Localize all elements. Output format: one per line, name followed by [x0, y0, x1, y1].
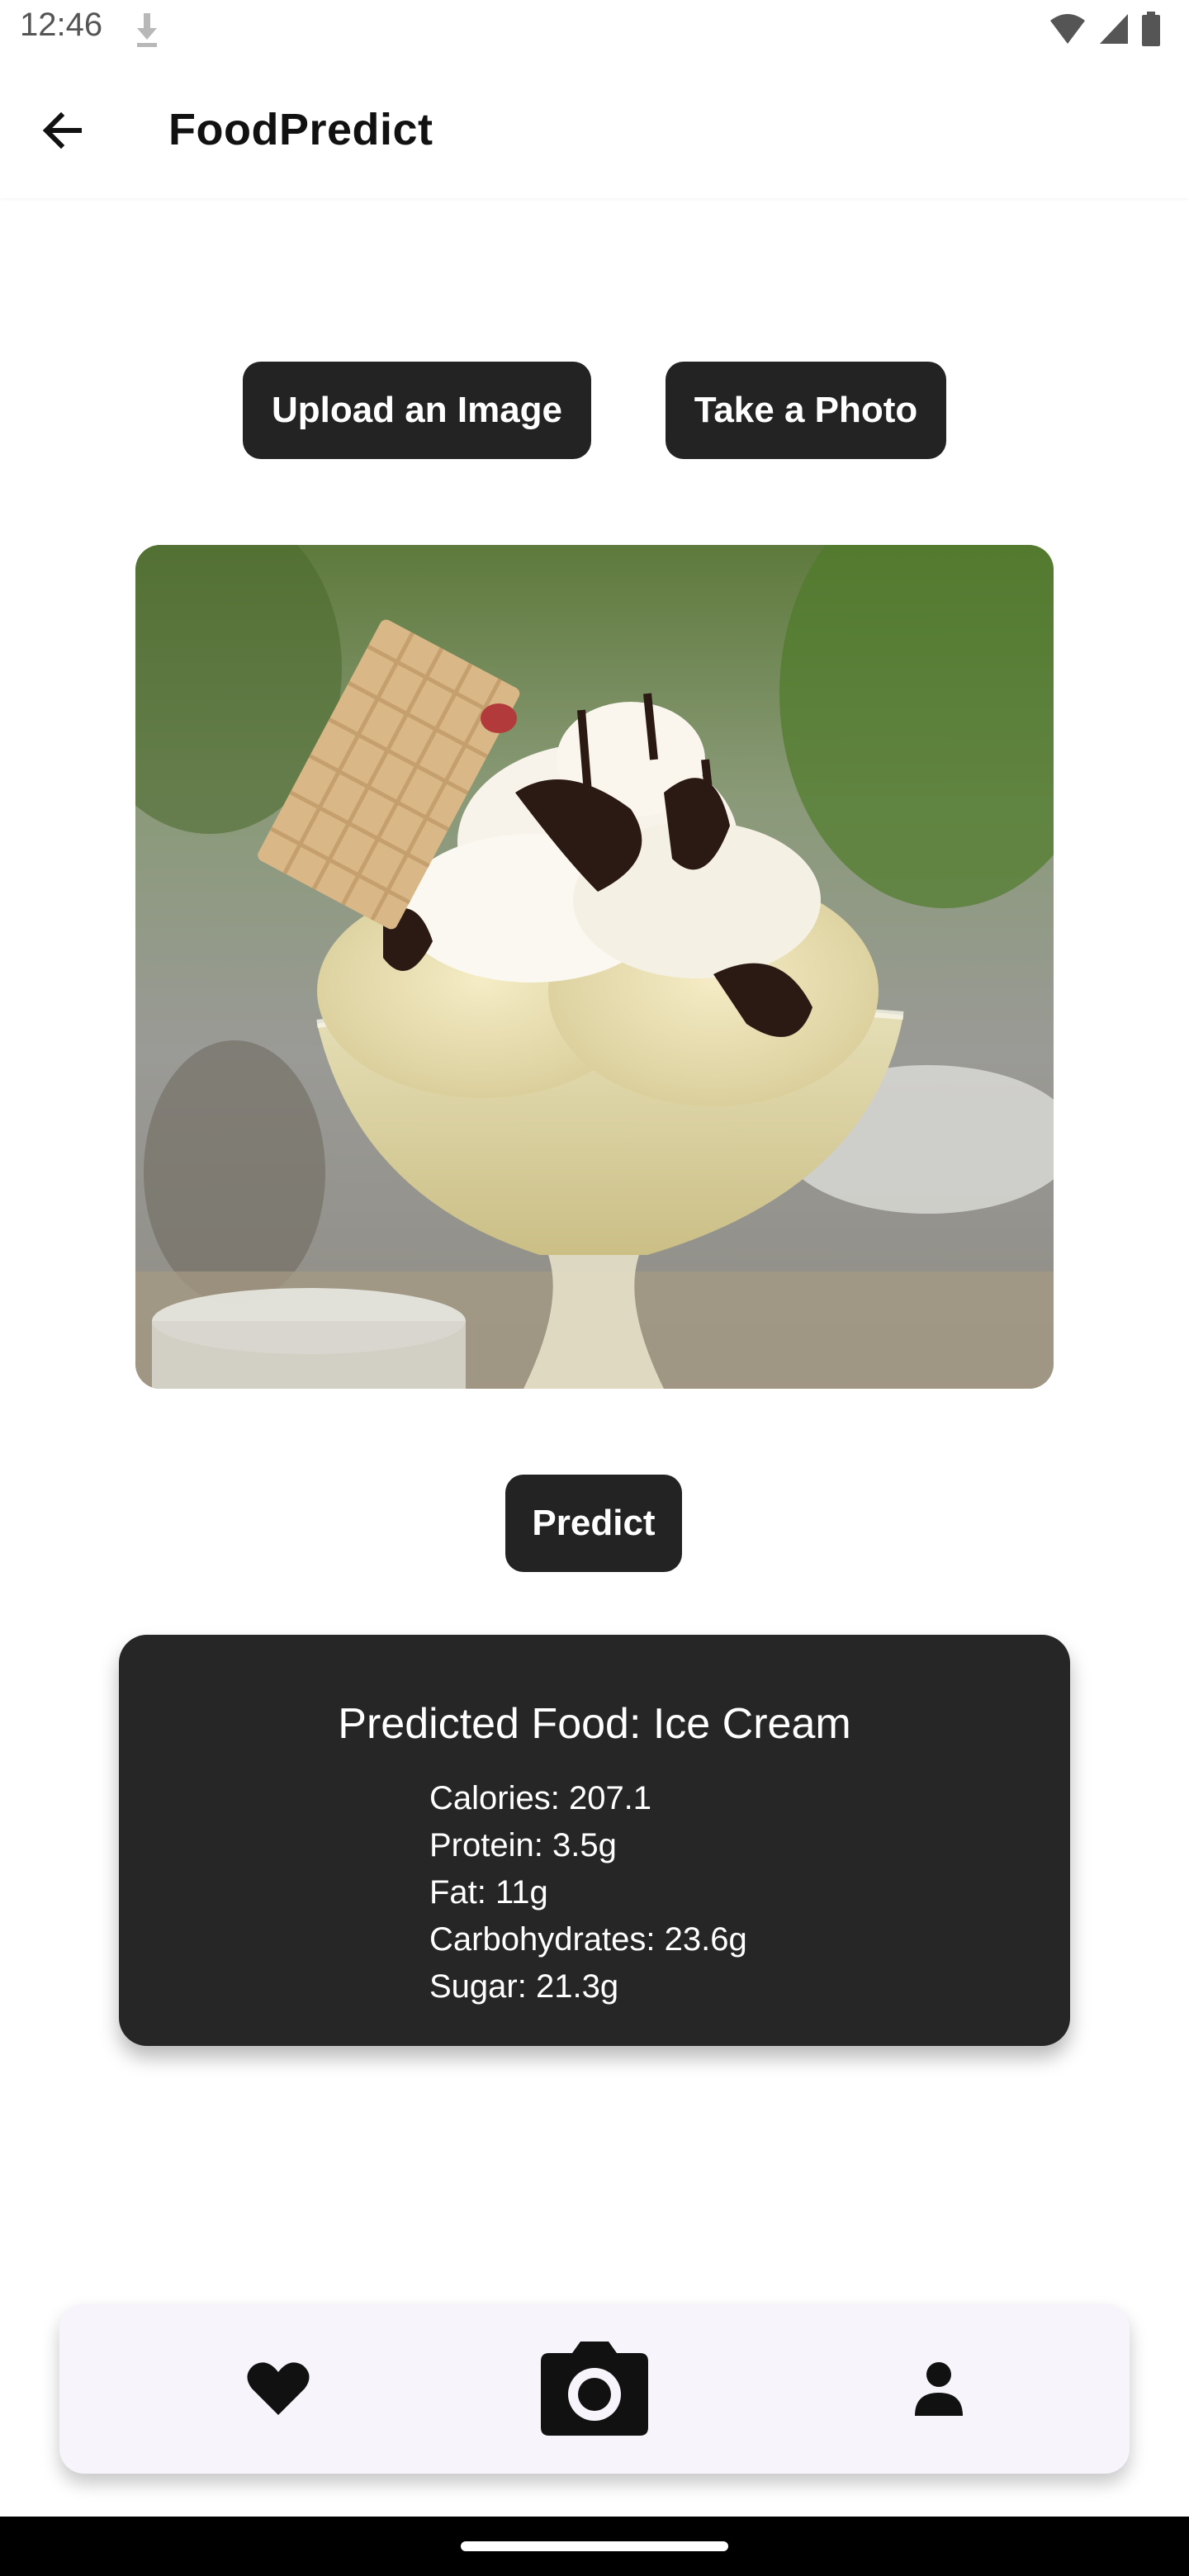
nutrition-carbohydrates: Carbohydrates: 23.6g	[429, 1921, 747, 1958]
nutrition-calories: Calories: 207.1	[429, 1780, 652, 1816]
status-icons	[1049, 12, 1161, 46]
nutrition-protein: Protein: 3.5g	[429, 1827, 617, 1863]
arrow-left-icon	[42, 111, 82, 149]
person-icon	[915, 2362, 963, 2416]
nav-profile[interactable]	[877, 2335, 1001, 2442]
camera-icon	[541, 2342, 648, 2436]
upload-image-button[interactable]: Upload an Image	[243, 362, 591, 459]
nutrition-list: Calories: 207.1 Protein: 3.5g Fat: 11g C…	[429, 1775, 747, 2010]
take-photo-button[interactable]: Take a Photo	[666, 362, 946, 459]
food-image	[135, 545, 1054, 1389]
prediction-result-card: Predicted Food: Ice Cream Calories: 207.…	[119, 1635, 1070, 2046]
bottom-nav	[59, 2304, 1130, 2474]
heart-icon	[247, 2362, 310, 2415]
download-icon	[134, 10, 160, 50]
wifi-icon	[1050, 14, 1085, 44]
predict-button[interactable]: Predict	[505, 1475, 682, 1572]
battery-icon	[1142, 12, 1160, 46]
system-navigation-bar	[0, 2517, 1189, 2576]
predicted-food-title: Predicted Food: Ice Cream	[338, 1700, 851, 1748]
nutrition-fat: Fat: 11g	[429, 1874, 548, 1911]
status-bar: 12:46	[0, 0, 1189, 59]
back-button[interactable]	[33, 101, 92, 160]
nav-camera[interactable]	[533, 2335, 656, 2442]
status-time: 12:46	[20, 7, 103, 43]
signal-icon	[1100, 14, 1128, 44]
nutrition-sugar: Sugar: 21.3g	[429, 1968, 619, 2005]
nav-favorites[interactable]	[216, 2335, 340, 2442]
app-bar: FoodPredict	[0, 59, 1189, 198]
home-handle[interactable]	[461, 2541, 728, 2551]
page-title: FoodPredict	[168, 105, 433, 154]
